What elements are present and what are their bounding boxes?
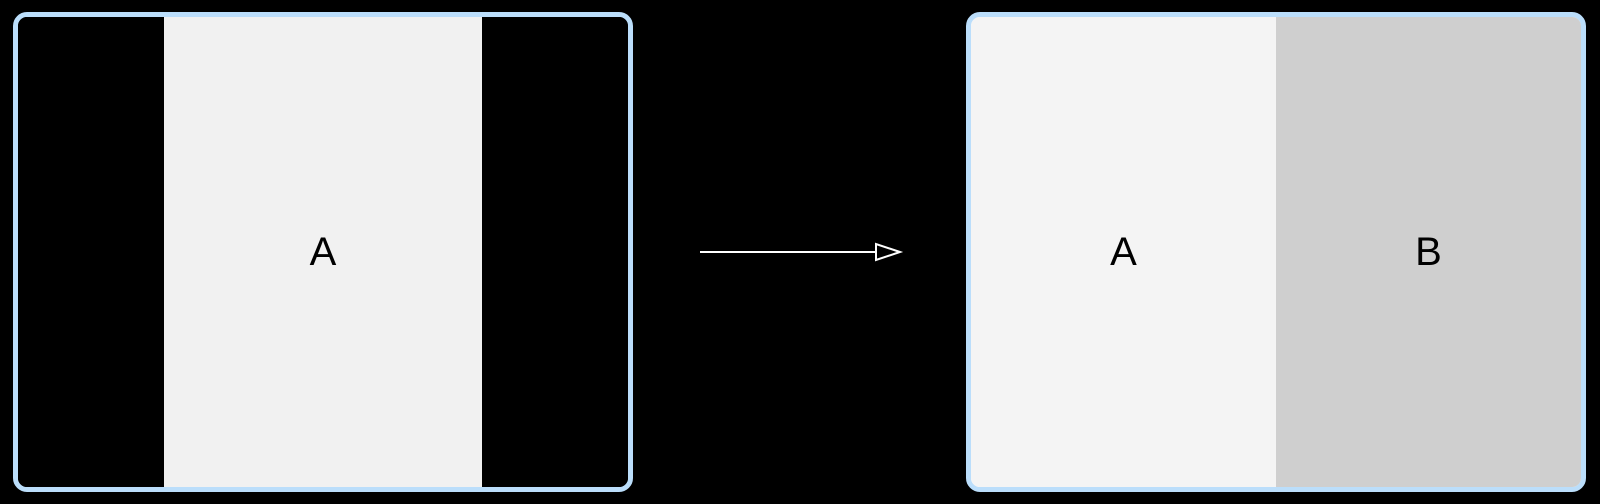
diagram-stage: A A B (0, 0, 1600, 504)
left-device-frame: A (13, 12, 633, 492)
region-b-right: B (1276, 17, 1581, 487)
left-black-bar (18, 17, 164, 487)
label-a-right: A (1110, 230, 1137, 275)
arrow-right-icon (696, 240, 904, 264)
label-b-right: B (1415, 230, 1442, 275)
region-a-left: A (164, 17, 481, 487)
label-a-left: A (310, 230, 337, 275)
right-device-frame: A B (966, 12, 1586, 492)
region-a-right: A (971, 17, 1276, 487)
right-black-bar (482, 17, 628, 487)
